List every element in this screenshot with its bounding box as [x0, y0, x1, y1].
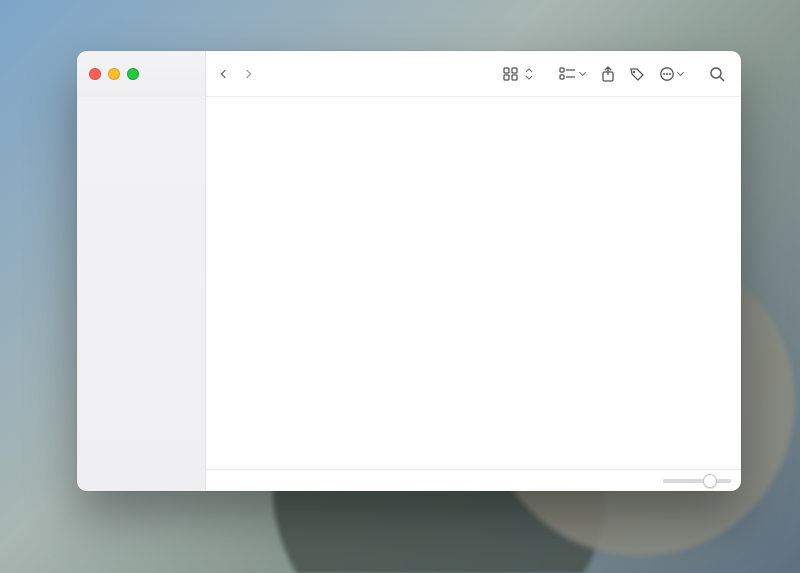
grid-icon [503, 67, 523, 81]
window-body [77, 97, 741, 491]
tag-icon [629, 66, 645, 82]
maximize-button[interactable] [127, 68, 139, 80]
search-icon [709, 66, 725, 82]
tags-button[interactable] [625, 63, 649, 85]
icon-size-slider[interactable] [663, 479, 731, 483]
sidebar [77, 97, 206, 491]
search-button[interactable] [705, 63, 729, 85]
chevron-down-icon [677, 69, 684, 76]
view-mode-button[interactable] [499, 64, 537, 84]
chevron-right-icon [243, 69, 251, 77]
group-by-button[interactable] [555, 64, 589, 84]
more-icon [659, 66, 675, 82]
forward-button[interactable] [236, 60, 258, 88]
share-icon [601, 66, 615, 82]
chevron-down-icon [579, 69, 586, 76]
share-button[interactable] [597, 63, 619, 85]
back-button[interactable] [214, 60, 236, 88]
content-area [206, 97, 741, 491]
chevron-left-icon [221, 69, 229, 77]
more-button[interactable] [655, 63, 687, 85]
toolbar [206, 51, 741, 97]
traffic-lights [77, 51, 206, 97]
status-bar [206, 469, 741, 491]
titlebar [77, 51, 741, 97]
folder-content[interactable] [206, 97, 741, 469]
minimize-button[interactable] [108, 68, 120, 80]
up-down-icon [525, 67, 533, 81]
finder-window [77, 51, 741, 491]
close-button[interactable] [89, 68, 101, 80]
slider-thumb[interactable] [703, 474, 717, 488]
group-icon [559, 67, 577, 81]
